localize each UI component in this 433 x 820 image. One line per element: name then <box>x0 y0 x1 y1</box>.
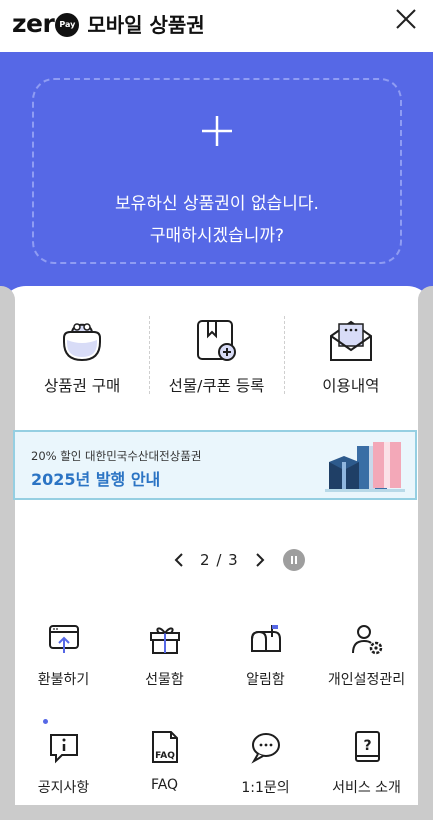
buy-gift-card-button[interactable]: 상품권 구매 <box>15 316 149 406</box>
logo-word: zer <box>12 8 55 38</box>
empty-message-line2: 구매하시겠습니까? <box>149 226 285 246</box>
gift-card-add-icon <box>197 320 237 361</box>
banner-subtitle: 20% 할인 대한민국수산대전상품권 <box>31 449 202 463</box>
plus-icon <box>202 116 232 146</box>
bottom-margin <box>0 805 433 820</box>
pager-next-button[interactable] <box>251 547 269 573</box>
menu-label-faq: FAQ <box>150 777 179 793</box>
pager-pause-button[interactable] <box>282 549 305 571</box>
menu-item-faq[interactable]: FAQ FAQ <box>114 723 215 815</box>
register-gift-coupon-button[interactable]: 선물/쿠폰 등록 <box>149 316 283 406</box>
panel-margin-right <box>418 286 433 820</box>
notice-icon <box>49 734 78 764</box>
app-header: zer Pay 모바일 상품권 <box>0 0 433 52</box>
chevron-right-icon <box>256 553 265 567</box>
mailbox-icon <box>250 625 281 652</box>
menu-item-personal-settings[interactable]: 개인설정관리 <box>316 615 417 707</box>
promo-banner[interactable]: 20% 할인 대한민국수산대전상품권 2025년 발행 안내 <box>13 430 417 500</box>
gift-box-illustration-icon <box>325 442 405 492</box>
menu-label-refund: 환불하기 <box>37 672 90 688</box>
menu-item-notice[interactable]: 공지사항 <box>13 723 114 815</box>
menu-item-notifications[interactable]: 알림함 <box>215 615 316 707</box>
svg-text:?: ? <box>363 738 371 754</box>
pager-prev-button[interactable] <box>170 547 188 573</box>
book-question-icon: ? <box>354 731 380 762</box>
usage-history-label: 이용내역 <box>322 377 380 395</box>
menu-item-inquiry[interactable]: 1:1문의 <box>215 723 316 815</box>
refund-icon <box>48 625 79 653</box>
empty-message: 보유하신 상품권이 없습니다. 구매하시겠습니까? <box>34 188 400 252</box>
menu-label-notice: 공지사항 <box>37 780 90 796</box>
hero-section: 보유하신 상품권이 없습니다. 구매하시겠습니까? <box>0 52 433 292</box>
menu-item-refund[interactable]: 환불하기 <box>13 615 114 707</box>
pager-total: 3 <box>228 551 239 569</box>
empty-message-line1: 보유하신 상품권이 없습니다. <box>115 194 319 214</box>
menu-label-notifications: 알림함 <box>246 672 285 688</box>
banner-title: 2025년 발행 안내 <box>31 470 161 489</box>
main-actions: 상품권 구매 선물/쿠폰 등록 이용내역 <box>15 316 418 406</box>
user-settings-icon <box>351 625 382 655</box>
add-gift-card-button[interactable]: 보유하신 상품권이 없습니다. 구매하시겠습니까? <box>32 78 402 264</box>
chevron-left-icon <box>174 553 183 567</box>
banner-pager: 2 / 3 <box>170 547 305 573</box>
register-gift-coupon-label: 선물/쿠폰 등록 <box>168 377 265 395</box>
pager-count: 2 / 3 <box>200 551 239 569</box>
pager-separator: / <box>216 551 223 569</box>
logo-badge: Pay <box>55 12 80 37</box>
buy-gift-card-label: 상품권 구매 <box>44 377 121 395</box>
zeropay-logo: zer Pay 모바일 상품권 <box>12 6 205 40</box>
menu-label-gift-box: 선물함 <box>145 672 184 688</box>
close-icon[interactable] <box>393 6 419 32</box>
menu-label-inquiry: 1:1문의 <box>241 780 290 796</box>
svg-text:FAQ: FAQ <box>155 751 175 761</box>
menu-label-service-intro: 서비스 소개 <box>332 780 401 796</box>
gift-box-icon <box>149 627 180 654</box>
pager-current: 2 <box>200 551 211 569</box>
new-indicator-dot <box>43 719 48 724</box>
menu-label-personal-settings: 개인설정관리 <box>327 672 406 688</box>
usage-history-button[interactable]: 이용내역 <box>283 316 418 406</box>
page-title: 모바일 상품권 <box>87 12 205 37</box>
wallet-icon <box>63 323 102 362</box>
envelope-icon <box>329 320 372 361</box>
menu-grid: 환불하기 선물함 알림함 개인설정관리 공지사항 FAQ FAQ 1:1문의 ?… <box>13 615 417 815</box>
chat-icon <box>250 733 280 764</box>
faq-icon: FAQ <box>151 731 178 763</box>
menu-item-gift-box[interactable]: 선물함 <box>114 615 215 707</box>
menu-item-service-intro[interactable]: ? 서비스 소개 <box>316 723 417 815</box>
